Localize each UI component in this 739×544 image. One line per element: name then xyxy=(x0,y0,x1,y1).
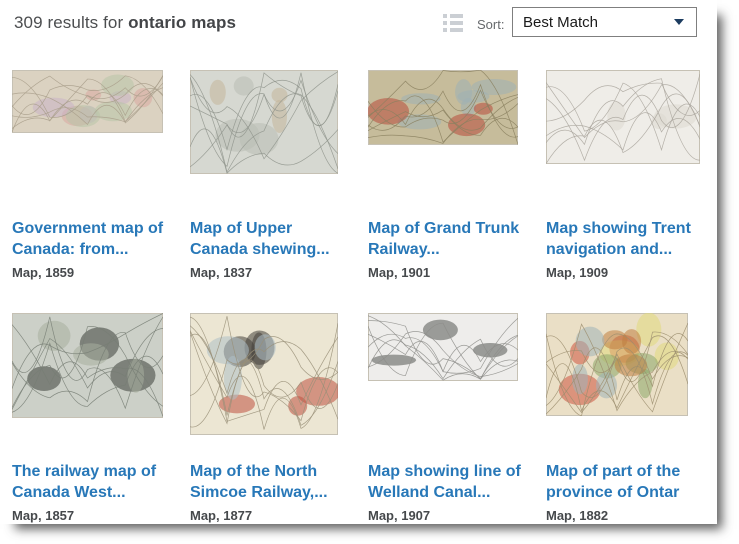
north-simcoe-railway-map-thumbnail[interactable] xyxy=(190,313,368,461)
sort-dropdown[interactable]: Best Match xyxy=(512,7,697,37)
list-view-icon[interactable] xyxy=(443,14,463,32)
north-simcoe-railway-map-thumbnail-image[interactable] xyxy=(190,313,338,435)
result-title-link[interactable]: Map showing Trent navigation and... xyxy=(546,218,706,260)
search-query: ontario maps xyxy=(128,13,237,32)
result-title-link[interactable]: Map of Grand Trunk Railway... xyxy=(368,218,528,260)
welland-canal-map-thumbnail-image[interactable] xyxy=(368,313,518,381)
results-count: 309 xyxy=(14,13,43,32)
result-meta: Map, 1859 xyxy=(12,265,75,280)
result-card: Map of part of the province of Ontar Map… xyxy=(546,313,717,524)
result-title-link[interactable]: Map of the North Simcoe Railway,... xyxy=(190,461,350,503)
trent-navigation-map-thumbnail[interactable] xyxy=(546,70,717,218)
welland-canal-map-thumbnail[interactable] xyxy=(368,313,546,461)
railway-map-of-canada-west-thumbnail[interactable] xyxy=(12,313,190,461)
province-of-ontario-map-thumbnail[interactable] xyxy=(546,313,717,461)
result-card: Map showing Trent navigation and... Map,… xyxy=(546,70,717,313)
results-header: 309 results for ontario maps xyxy=(14,13,236,33)
result-meta: Map, 1901 xyxy=(368,265,431,280)
railway-map-of-canada-west-thumbnail-image[interactable] xyxy=(12,313,163,418)
list-icon-row xyxy=(443,21,463,25)
result-meta: Map, 1857 xyxy=(12,508,75,523)
result-card: Map of the North Simcoe Railway,... Map,… xyxy=(190,313,368,524)
search-results-page: 309 results for ontario maps Sort: Best … xyxy=(0,0,717,524)
list-icon-row xyxy=(443,14,463,18)
result-title-link[interactable]: The railway map of Canada West... xyxy=(12,461,172,503)
result-card: Map showing line of Welland Canal... Map… xyxy=(368,313,546,524)
result-title-link[interactable]: Government map of Canada: from... xyxy=(12,218,172,260)
result-card: Government map of Canada: from... Map, 1… xyxy=(12,70,190,313)
list-icon-row xyxy=(443,28,463,32)
results-grid: Government map of Canada: from... Map, 1… xyxy=(12,70,717,524)
result-title-link[interactable]: Map of part of the province of Ontar xyxy=(546,461,706,503)
results-label: results for xyxy=(42,13,129,32)
result-meta: Map, 1837 xyxy=(190,265,253,280)
result-title-link[interactable]: Map showing line of Welland Canal... xyxy=(368,461,528,503)
grand-trunk-railway-map-thumbnail-image[interactable] xyxy=(368,70,518,145)
grand-trunk-railway-map-thumbnail[interactable] xyxy=(368,70,546,218)
government-map-of-canada-thumbnail[interactable] xyxy=(12,70,190,218)
province-of-ontario-map-thumbnail-image[interactable] xyxy=(546,313,688,416)
map-of-upper-canada-thumbnail-image[interactable] xyxy=(190,70,338,174)
map-of-upper-canada-thumbnail[interactable] xyxy=(190,70,368,218)
government-map-of-canada-thumbnail-image[interactable] xyxy=(12,70,163,133)
result-meta: Map, 1909 xyxy=(546,265,609,280)
sort-dropdown-value: Best Match xyxy=(523,13,599,31)
result-card: Map of Upper Canada shewing... Map, 1837 xyxy=(190,70,368,313)
result-card: The railway map of Canada West... Map, 1… xyxy=(12,313,190,524)
trent-navigation-map-thumbnail-image[interactable] xyxy=(546,70,700,164)
result-title-link[interactable]: Map of Upper Canada shewing... xyxy=(190,218,350,260)
chevron-down-icon xyxy=(674,19,684,25)
result-card: Map of Grand Trunk Railway... Map, 1901 xyxy=(368,70,546,313)
result-meta: Map, 1877 xyxy=(190,508,253,523)
sort-label: Sort: xyxy=(477,17,505,32)
result-meta: Map, 1882 xyxy=(546,508,609,523)
result-meta: Map, 1907 xyxy=(368,508,431,523)
